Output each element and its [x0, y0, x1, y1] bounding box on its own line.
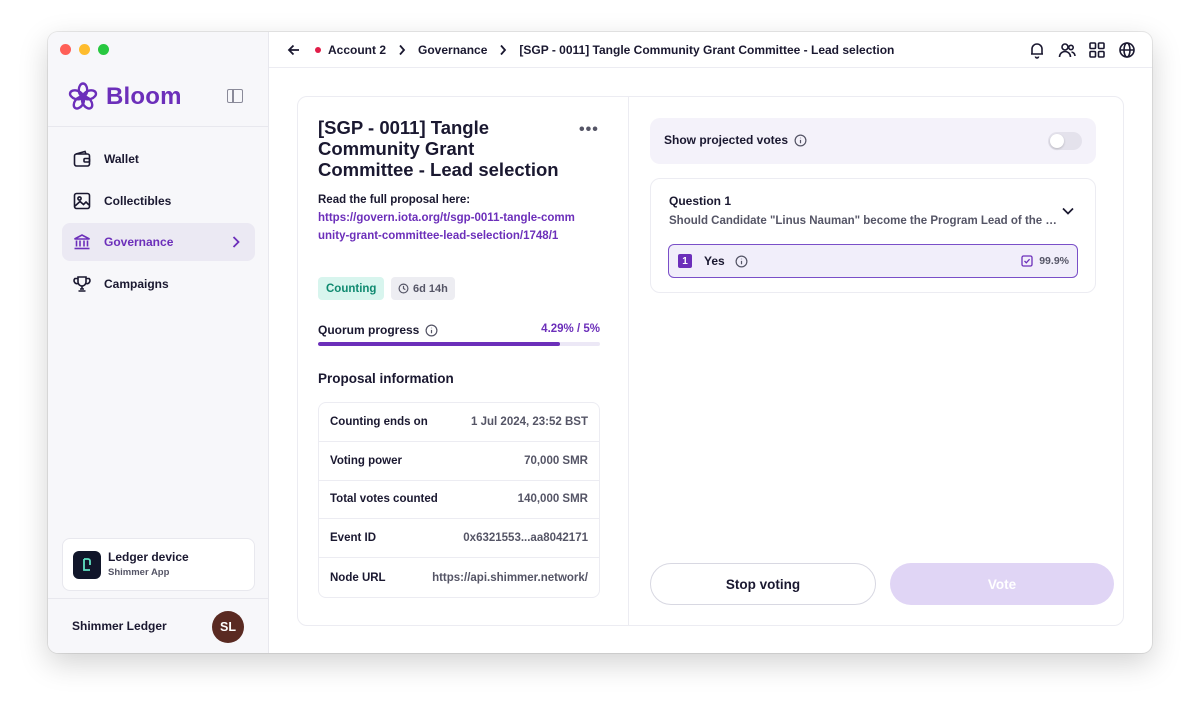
question-title: Question 1: [669, 194, 732, 208]
sidebar-item-governance[interactable]: Governance: [62, 223, 255, 261]
proposal-title: [SGP - 0011] Tangle Community Grant Comm…: [318, 117, 559, 180]
table-row: Event ID 0x6321553...aa8042171: [319, 519, 599, 559]
answer-label: Yes: [704, 254, 748, 268]
sidebar-item-label: Governance: [104, 235, 174, 249]
ledger-title: Ledger device: [108, 550, 189, 564]
minimize-window-button[interactable]: [79, 44, 90, 55]
checkbox-checked-icon: [1021, 255, 1033, 267]
answer-label-text: Yes: [704, 254, 725, 268]
info-icon[interactable]: [425, 324, 438, 337]
voting-section: Show projected votes Question 1 Should C…: [629, 97, 1123, 625]
quorum-progress-bar: [318, 342, 600, 346]
quorum-label-text: Quorum progress: [318, 323, 420, 337]
projected-votes-text: Show projected votes: [664, 133, 789, 147]
image-icon: [73, 192, 91, 209]
divider: [48, 126, 269, 127]
divider: [48, 598, 269, 599]
topbar: Account 2 Governance [SGP - 0011] Tangle…: [269, 32, 1152, 68]
quorum-label: Quorum progress: [318, 323, 438, 337]
chevron-right-icon: [398, 44, 406, 56]
chevron-right-icon: [232, 236, 240, 248]
projected-votes-label: Show projected votes: [664, 133, 807, 147]
window-controls: [60, 44, 109, 55]
sidebar-item-label: Wallet: [104, 152, 139, 166]
bloom-flower-icon: [68, 82, 98, 110]
quorum-value: 4.29% / 5%: [541, 323, 600, 335]
bank-icon: [74, 234, 90, 250]
trophy-icon: [73, 275, 91, 292]
app-window: Bloom Wallet Collectibles Governance Cam…: [48, 32, 1152, 653]
sidebar-item-wallet[interactable]: Wallet: [62, 140, 255, 178]
stop-voting-button[interactable]: Stop voting: [650, 563, 876, 605]
maximize-window-button[interactable]: [98, 44, 109, 55]
info-key: Voting power: [330, 454, 402, 467]
info-icon[interactable]: [735, 255, 748, 268]
answer-number: 1: [678, 254, 692, 268]
answer-percentage: 99.9%: [1021, 255, 1069, 267]
app-name: Bloom: [106, 83, 182, 110]
account-color-dot: [315, 47, 321, 53]
table-row: Voting power 70,000 SMR: [319, 442, 599, 481]
projected-votes-toggle[interactable]: [1048, 132, 1082, 150]
avatar[interactable]: SL: [212, 611, 244, 643]
profile-name: Shimmer Ledger: [72, 619, 167, 633]
info-value[interactable]: https://api.shimmer.network/: [432, 572, 588, 584]
proposal-link[interactable]: https://govern.iota.org/t/sgp-0011-tangl…: [318, 210, 578, 245]
proposal-info-heading: Proposal information: [318, 371, 454, 386]
table-row: Total votes counted 140,000 SMR: [319, 481, 599, 520]
ledger-device-card[interactable]: Ledger device Shimmer App: [62, 538, 255, 591]
sidebar-item-collectibles[interactable]: Collectibles: [62, 182, 255, 220]
users-icon[interactable]: [1058, 41, 1076, 59]
question-card: Question 1 Should Candidate "Linus Nauma…: [650, 178, 1096, 293]
topbar-actions: [1028, 41, 1136, 59]
breadcrumb-account[interactable]: Account 2: [328, 43, 386, 57]
bell-icon[interactable]: [1028, 41, 1046, 59]
clock-icon: [398, 283, 409, 294]
sidebar-item-label: Campaigns: [104, 276, 169, 291]
sidebar: Bloom Wallet Collectibles Governance Cam…: [48, 32, 269, 653]
info-key: Event ID: [330, 532, 377, 545]
info-key: Node URL: [330, 571, 386, 584]
more-options-icon[interactable]: •••: [579, 121, 599, 139]
ledger-subtitle: Shimmer App: [108, 567, 170, 578]
info-value: 140,000 SMR: [517, 493, 588, 506]
read-proposal-label: Read the full proposal here:: [318, 194, 471, 206]
quorum-progress-fill: [318, 342, 560, 346]
back-arrow-icon[interactable]: [287, 43, 301, 57]
chevron-right-icon: [499, 44, 507, 56]
close-window-button[interactable]: [60, 44, 71, 55]
chevron-down-icon[interactable]: [1061, 206, 1075, 216]
ledger-icon: [73, 551, 101, 579]
breadcrumb-proposal: [SGP - 0011] Tangle Community Grant Comm…: [519, 43, 895, 57]
info-key: Counting ends on: [330, 415, 428, 428]
table-row: Counting ends on 1 Jul 2024, 23:52 BST: [319, 403, 599, 442]
globe-icon[interactable]: [1118, 41, 1136, 59]
proposal-details: [SGP - 0011] Tangle Community Grant Comm…: [298, 97, 629, 625]
info-value: 1 Jul 2024, 23:52 BST: [471, 415, 588, 428]
info-key: Total votes counted: [330, 493, 438, 506]
info-value[interactable]: 0x6321553...aa8042171: [463, 532, 588, 544]
proposal-info-table: Counting ends on 1 Jul 2024, 23:52 BST Vo…: [318, 402, 600, 598]
vote-button[interactable]: Vote: [890, 563, 1114, 605]
table-row: Node URL https://api.shimmer.network/: [319, 558, 599, 597]
answer-option-yes[interactable]: 1 Yes 99.9%: [668, 244, 1078, 278]
sidebar-item-label: Collectibles: [104, 193, 172, 208]
time-left-value: 6d 14h: [413, 282, 448, 295]
projected-votes-row: Show projected votes: [650, 118, 1096, 164]
app-logo: Bloom: [68, 82, 182, 112]
breadcrumb: Account 2 Governance [SGP - 0011] Tangle…: [287, 32, 894, 68]
breadcrumb-governance[interactable]: Governance: [418, 43, 487, 57]
wallet-icon: [73, 150, 91, 167]
sidebar-item-campaigns[interactable]: Campaigns: [62, 265, 255, 303]
sidebar-nav: Wallet Collectibles Governance Campaigns: [62, 140, 255, 306]
answer-percent-value: 99.9%: [1039, 255, 1069, 267]
proposal-panel: [SGP - 0011] Tangle Community Grant Comm…: [297, 96, 1124, 626]
question-text: Should Candidate "Linus Nauman" become t…: [669, 215, 1057, 227]
status-badge: Counting: [318, 277, 385, 300]
time-left-badge: 6d 14h: [391, 277, 455, 300]
info-icon[interactable]: [794, 134, 807, 147]
collapse-sidebar-icon[interactable]: [227, 89, 243, 103]
info-value: 70,000 SMR: [524, 454, 588, 467]
apps-grid-icon[interactable]: [1088, 41, 1106, 59]
